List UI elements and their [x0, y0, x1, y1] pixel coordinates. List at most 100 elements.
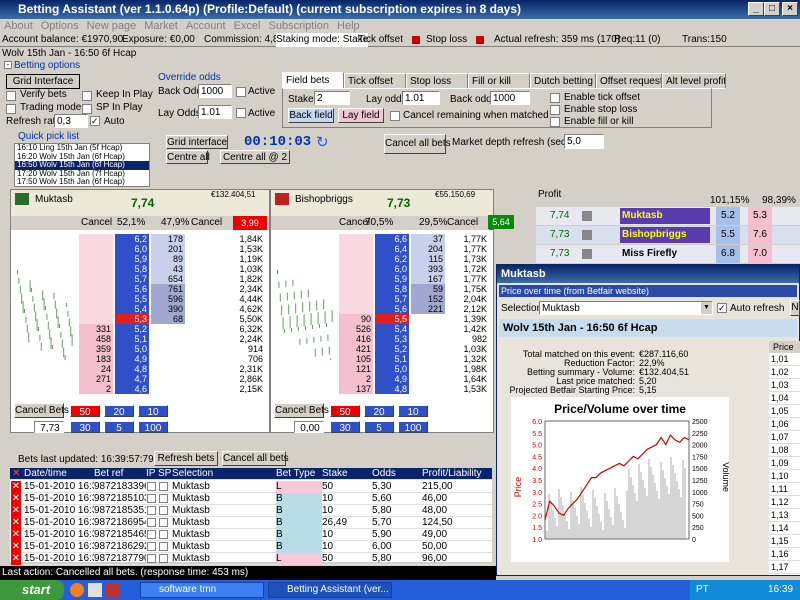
cancel-all-bets-top-button[interactable]: Cancel all bets	[384, 134, 451, 154]
menu-excel[interactable]: Excel	[230, 19, 265, 33]
close-button[interactable]: ×	[782, 2, 798, 16]
ladder-back-amount[interactable]: 90	[339, 314, 373, 324]
ladder-lay-amount[interactable]	[151, 374, 185, 384]
ladder-price[interactable]: 5,8	[115, 264, 149, 274]
column-header[interactable]: Profit/Liability	[422, 468, 492, 480]
quicklaunch-icon-2[interactable]	[106, 583, 120, 597]
ladder-back-amount[interactable]: 359	[79, 344, 113, 354]
ladder-lay-amount[interactable]: 201	[151, 244, 185, 254]
ladder-back-amount[interactable]	[339, 234, 373, 244]
menu-account[interactable]: Account	[182, 19, 230, 33]
ladder-row[interactable]: 421 5,2 1,03K	[339, 344, 493, 354]
menu-market[interactable]: Market	[140, 19, 182, 33]
ladder-row[interactable]: 5,3 68 5,50K	[79, 314, 269, 324]
menu-subscription[interactable]: Subscription	[265, 19, 334, 33]
ladder-row[interactable]: 6,2 178 1,84K	[79, 234, 269, 244]
ladder-lay-amount[interactable]	[411, 384, 445, 394]
ladder-lay-amount[interactable]	[151, 364, 185, 374]
price-cell[interactable]: 1,12	[769, 496, 800, 509]
price-cell[interactable]: 1,15	[769, 535, 800, 548]
ladder-price[interactable]: 6,0	[375, 264, 409, 274]
ladder-row[interactable]: 5,6 221 2,12K	[339, 304, 493, 314]
ladder-price[interactable]: 6,0	[115, 244, 149, 254]
ladder-2-stake-btn-5[interactable]: 5	[364, 421, 394, 434]
ladder-lay-amount[interactable]: 204	[411, 244, 445, 254]
column-header[interactable]: Selection	[172, 468, 276, 480]
ladder-1-stake-btn-4[interactable]: 30	[70, 421, 100, 434]
menu-about[interactable]: About	[0, 19, 37, 33]
override-lay-input[interactable]: 1.01	[198, 105, 232, 119]
column-header[interactable]: IP	[146, 468, 158, 480]
sp-checkbox[interactable]	[159, 482, 168, 491]
ladder-back-amount[interactable]	[79, 254, 113, 264]
quick-pick-list[interactable]: 16:10 Ling 15th Jan (5f Hcap) 16:20 Wolv …	[14, 143, 150, 187]
ladder-row[interactable]: 416 5,3 982	[339, 334, 493, 344]
ladder-row[interactable]: 105 5,1 1,32K	[339, 354, 493, 364]
ladder-price[interactable]: 5,4	[115, 304, 149, 314]
ladder-price[interactable]: 5,3	[115, 314, 149, 324]
column-header[interactable]: SP	[158, 468, 172, 480]
enable-fill-checkbox[interactable]	[550, 117, 560, 127]
sp-checkbox[interactable]	[159, 494, 168, 503]
ladder-back-amount[interactable]: 421	[339, 344, 373, 354]
ladder-2-stake-display[interactable]: 0,00	[294, 421, 324, 433]
ladder-back-amount[interactable]	[79, 314, 113, 324]
ladder-lay-amount[interactable]: 59	[411, 284, 445, 294]
grid-interface-toggle[interactable]: Grid Interface	[6, 74, 80, 89]
ip-checkbox[interactable]	[147, 554, 156, 563]
ladder-2-cancel-bets[interactable]: Cancel Bets	[274, 403, 329, 418]
ladder-2-grid[interactable]: 6,6 37 1,77K 6,4 204 1,77K 6,2 115 1,73K 6,0 393 1,…	[339, 234, 493, 399]
back-field-button[interactable]: Back field	[288, 108, 334, 123]
ladder-row[interactable]: 5,4 390 4,62K	[79, 304, 269, 314]
column-header[interactable]: Bet Type	[276, 468, 322, 480]
ladder-back-amount[interactable]	[339, 284, 373, 294]
ladder-price[interactable]: 5,2	[375, 344, 409, 354]
ladder-lay-amount[interactable]: 178	[151, 234, 185, 244]
ladder-row[interactable]: 24 4,8 2,31K	[79, 364, 269, 374]
ladder-1-cancel-back[interactable]: Cancel	[81, 216, 112, 230]
stake-input[interactable]: 2	[314, 91, 350, 105]
price-cell[interactable]: 1,02	[769, 366, 800, 379]
ladder-price[interactable]: 5,9	[115, 254, 149, 264]
lay-odds-input[interactable]: 1.01	[402, 91, 440, 105]
ladder-1-stake-btn-2[interactable]: 20	[104, 405, 134, 418]
cancel-all-bets-button[interactable]: Cancel all bets	[222, 451, 289, 466]
ladder-row[interactable]: 458 5,1 2,24K	[79, 334, 269, 344]
price-cell[interactable]: 1,06	[769, 418, 800, 431]
selection-dropdown[interactable]: Muktasb	[539, 301, 713, 315]
ladder-row[interactable]: 6,2 115 1,73K	[339, 254, 493, 264]
menu-new-page[interactable]: New page	[83, 19, 141, 33]
ladder-lay-amount[interactable]: 89	[151, 254, 185, 264]
ladder-2-stake-btn-2[interactable]: 20	[364, 405, 394, 418]
profit-back[interactable]: 5.5	[716, 226, 740, 244]
ladder-back-amount[interactable]: 121	[339, 364, 373, 374]
ladder-row[interactable]: 5,7 152 2,04K	[339, 294, 493, 304]
ladder-lay-amount[interactable]	[411, 334, 445, 344]
ladder-back-amount[interactable]	[79, 294, 113, 304]
ladder-row[interactable]: 5,6 761 2,34K	[79, 284, 269, 294]
ladder-back-amount[interactable]	[339, 244, 373, 254]
cancel-remaining-checkbox[interactable]	[390, 111, 400, 121]
ladder-price[interactable]: 5,7	[375, 294, 409, 304]
ladder-row[interactable]: 121 5,0 1,98K	[339, 364, 493, 374]
ladder-row[interactable]: 137 4,8 1,53K	[339, 384, 493, 394]
ladder-row[interactable]: 331 5,2 6,32K	[79, 324, 269, 334]
ladder-price[interactable]: 6,2	[375, 254, 409, 264]
bet-row[interactable]: ✕15-01-2010 16:349872185465 Muktasb B10 5,9…	[10, 529, 492, 541]
price-cell[interactable]: 1,04	[769, 392, 800, 405]
ladder-lay-amount[interactable]	[411, 364, 445, 374]
ladder-1-grid[interactable]: 6,2 178 1,84K 6,0 201 1,53K 5,9 89 1,19K 5,8 43 1,0…	[79, 234, 269, 399]
profit-lay[interactable]: 7.0	[748, 245, 772, 263]
ladder-price[interactable]: 4,7	[115, 374, 149, 384]
back-odds-input[interactable]: 1000	[490, 91, 530, 105]
ladder-price[interactable]: 5,5	[375, 314, 409, 324]
quicklaunch-icon[interactable]	[88, 583, 102, 597]
tab-tick-offset[interactable]: Tick offset	[344, 73, 406, 89]
ladder-lay-amount[interactable]: 390	[151, 304, 185, 314]
ladder-row[interactable]: 2 4,9 1,64K	[339, 374, 493, 384]
ladder-back-amount[interactable]	[79, 304, 113, 314]
taskbar-betting-assistant[interactable]: Betting Assistant (ver...	[268, 582, 392, 598]
ladder-lay-amount[interactable]	[411, 324, 445, 334]
ladder-2-stake-btn-4[interactable]: 30	[330, 421, 360, 434]
trading-mode-checkbox[interactable]	[6, 104, 16, 114]
